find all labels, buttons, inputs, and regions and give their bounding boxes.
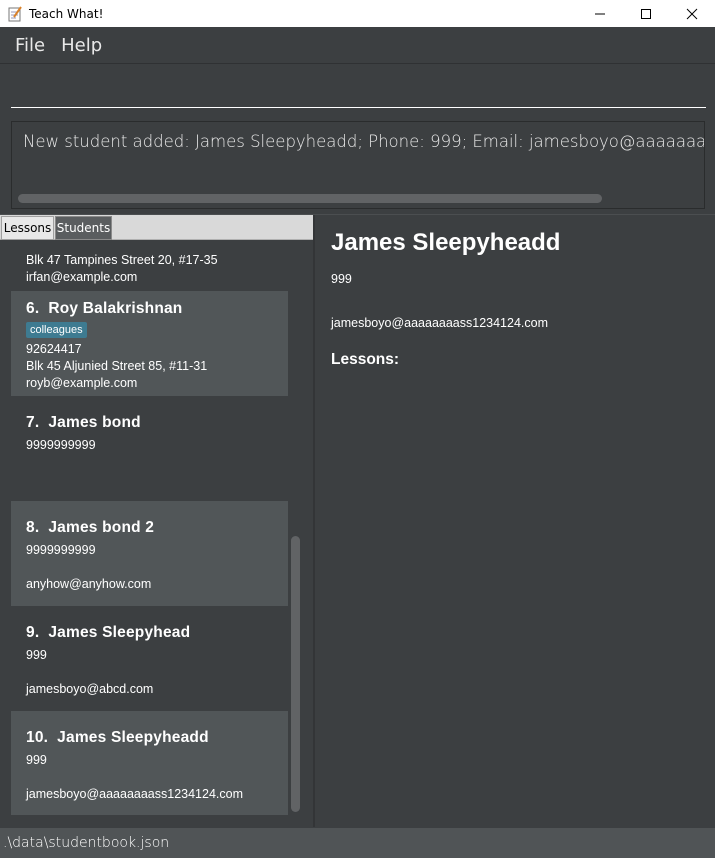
menu-help[interactable]: Help xyxy=(61,35,102,56)
detail-student-name: James Sleepyheadd xyxy=(331,229,561,256)
student-phone: 9999999999 xyxy=(26,543,96,557)
tab-students[interactable]: Students xyxy=(55,216,112,240)
list-item[interactable]: 8. James bond 2 9999999999 anyhow@anyhow… xyxy=(11,501,288,606)
student-address: Blk 45 Aljunied Street 85, #11-31 xyxy=(26,359,208,373)
student-phone: 999 xyxy=(26,753,47,767)
student-name-text: James bond 2 xyxy=(48,519,155,536)
student-email: anyhow@anyhow.com xyxy=(26,577,152,591)
result-horizontal-scrollbar[interactable] xyxy=(16,194,702,204)
result-message: New student added: James Sleepyheadd; Ph… xyxy=(23,132,705,151)
tab-bar: Lessons Students xyxy=(0,215,313,240)
student-email: jamesboyo@abcd.com xyxy=(26,682,154,696)
title-bar: Teach What! xyxy=(0,0,715,27)
detail-email: jamesboyo@aaaaaaaass1234124.com xyxy=(331,316,549,330)
student-phone: 92624417 xyxy=(26,342,82,356)
student-name: 6. Roy Balakrishnan xyxy=(26,300,182,318)
menu-bar: File Help xyxy=(0,27,715,64)
student-name-text: James Sleepyheadd xyxy=(57,729,209,746)
student-name: 7. James bond xyxy=(26,414,141,432)
menu-file[interactable]: File xyxy=(15,35,45,56)
student-phone: 999 xyxy=(26,648,47,662)
tab-lessons[interactable]: Lessons xyxy=(1,216,54,240)
student-tag: colleagues xyxy=(26,322,87,338)
close-button[interactable] xyxy=(669,0,715,27)
student-list[interactable]: Blk 47 Tampines Street 20, #17-35 irfan@… xyxy=(11,251,288,815)
status-bar: .\data\studentbook.json xyxy=(0,828,715,858)
student-index: 10. xyxy=(26,729,49,746)
maximize-button[interactable] xyxy=(623,0,669,27)
command-box xyxy=(0,64,715,115)
student-list-scrollbar[interactable] xyxy=(291,536,300,812)
list-item[interactable]: 6. Roy Balakrishnan colleagues 92624417 … xyxy=(11,291,288,396)
student-email: jamesboyo@aaaaaaaass1234124.com xyxy=(26,787,244,801)
window-title: Teach What! xyxy=(29,6,104,21)
list-item[interactable]: Blk 47 Tampines Street 20, #17-35 irfan@… xyxy=(11,251,288,291)
minimize-button[interactable] xyxy=(577,0,623,27)
close-icon xyxy=(686,8,698,19)
notepad-pencil-icon xyxy=(7,5,23,22)
detail-phone: 999 xyxy=(331,272,352,286)
result-display: New student added: James Sleepyheadd; Ph… xyxy=(11,121,705,209)
student-list-panel: Lessons Students Blk 47 Tampines Street … xyxy=(0,215,313,827)
student-index: 8. xyxy=(26,519,40,536)
save-file-path: .\data\studentbook.json xyxy=(3,835,170,851)
student-name-text: James bond xyxy=(48,414,141,431)
student-email: irfan@example.com xyxy=(26,270,138,284)
student-phone: 9999999999 xyxy=(26,438,96,452)
result-scrollbar-thumb[interactable] xyxy=(18,194,602,203)
minimize-icon xyxy=(595,13,605,14)
list-item[interactable]: 9. James Sleepyhead 999 jamesboyo@abcd.c… xyxy=(11,606,288,711)
student-name: 9. James Sleepyhead xyxy=(26,624,190,642)
list-item[interactable]: 10. James Sleepyheadd 999 jamesboyo@aaaa… xyxy=(11,711,288,815)
student-name: 8. James bond 2 xyxy=(26,519,154,537)
list-item[interactable]: 7. James bond 9999999999 xyxy=(11,396,288,501)
student-index: 9. xyxy=(26,624,40,641)
window-controls xyxy=(577,0,715,27)
command-input[interactable] xyxy=(11,78,706,108)
student-name-text: James Sleepyhead xyxy=(48,624,191,641)
student-index: 6. xyxy=(26,300,40,317)
student-address: Blk 47 Tampines Street 20, #17-35 xyxy=(26,253,218,267)
detail-lessons-heading: Lessons: xyxy=(331,351,400,368)
student-index: 7. xyxy=(26,414,40,431)
student-email: royb@example.com xyxy=(26,376,138,390)
maximize-icon xyxy=(641,8,651,19)
student-name-text: Roy Balakrishnan xyxy=(48,300,183,317)
student-name: 10. James Sleepyheadd xyxy=(26,729,209,747)
student-detail-panel: James Sleepyheadd 999 jamesboyo@aaaaaaaa… xyxy=(315,215,715,827)
